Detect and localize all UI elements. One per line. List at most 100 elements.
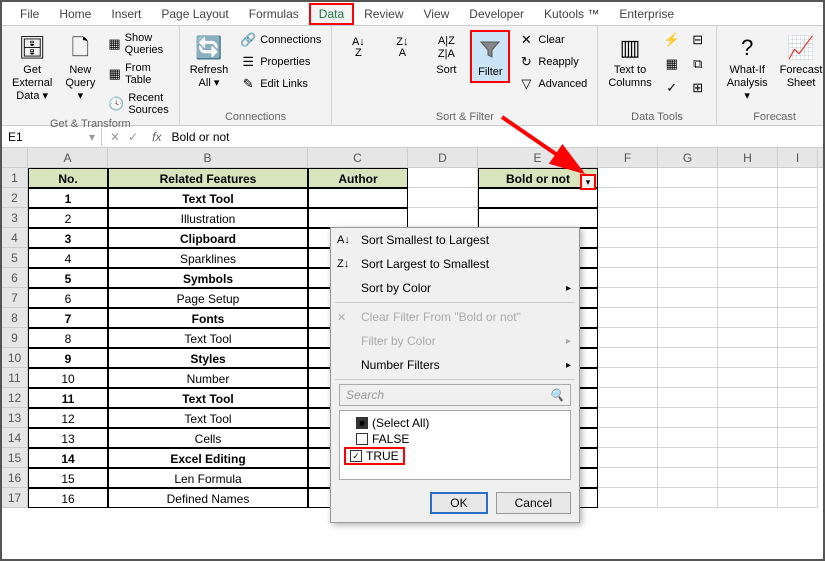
row-header[interactable]: 7 xyxy=(2,288,28,308)
row-header[interactable]: 17 xyxy=(2,488,28,508)
cell[interactable] xyxy=(598,448,658,468)
cell[interactable] xyxy=(658,488,718,508)
tab-enterprise[interactable]: Enterprise xyxy=(609,3,684,25)
cell[interactable] xyxy=(598,228,658,248)
fx-icon[interactable]: fx xyxy=(146,130,167,144)
cell[interactable]: 7 xyxy=(28,308,108,328)
cell[interactable] xyxy=(598,348,658,368)
cell[interactable] xyxy=(718,348,778,368)
number-filters-item[interactable]: Number Filters▸ xyxy=(331,353,579,377)
cell[interactable] xyxy=(658,408,718,428)
cell[interactable] xyxy=(718,248,778,268)
cell[interactable]: Defined Names xyxy=(108,488,308,508)
cell[interactable] xyxy=(718,428,778,448)
data-validation-button[interactable]: ✓ xyxy=(660,78,684,98)
header-no[interactable]: No. xyxy=(28,168,108,188)
cell[interactable] xyxy=(778,368,818,388)
tab-data[interactable]: Data xyxy=(309,3,354,25)
false-checkbox[interactable]: FALSE xyxy=(344,431,566,447)
tab-developer[interactable]: Developer xyxy=(459,3,534,25)
cell[interactable] xyxy=(778,328,818,348)
row-header[interactable]: 13 xyxy=(2,408,28,428)
row-header[interactable]: 5 xyxy=(2,248,28,268)
cell[interactable]: 3 xyxy=(28,228,108,248)
cell[interactable] xyxy=(658,468,718,488)
cell[interactable] xyxy=(658,188,718,208)
cell[interactable] xyxy=(778,348,818,368)
cell[interactable] xyxy=(718,208,778,228)
cell[interactable] xyxy=(658,328,718,348)
cell[interactable] xyxy=(658,428,718,448)
col-header-D[interactable]: D xyxy=(408,148,478,167)
cell[interactable] xyxy=(778,228,818,248)
cell[interactable] xyxy=(778,388,818,408)
consolidate-button[interactable]: ⊟ xyxy=(686,30,710,50)
select-all-corner[interactable] xyxy=(2,148,28,167)
row-header[interactable]: 12 xyxy=(2,388,28,408)
cell[interactable] xyxy=(658,368,718,388)
cell[interactable]: Cells xyxy=(108,428,308,448)
cell[interactable] xyxy=(778,408,818,428)
sort-az-button[interactable]: A↓Z xyxy=(338,30,378,66)
get-external-data-button[interactable]: 🗄Get External Data ▾ xyxy=(8,30,56,106)
data-model-button[interactable]: ⊞ xyxy=(686,78,710,98)
from-table-button[interactable]: ▦From Table xyxy=(104,60,172,88)
cell[interactable]: Text Tool xyxy=(108,188,308,208)
what-if-button[interactable]: ?What-If Analysis ▾ xyxy=(723,30,772,106)
select-all-checkbox[interactable]: ■(Select All) xyxy=(344,415,566,431)
cell[interactable] xyxy=(478,208,598,228)
cell[interactable] xyxy=(778,248,818,268)
advanced-button[interactable]: ▽Advanced xyxy=(514,74,591,94)
row-header[interactable]: 2 xyxy=(2,188,28,208)
cell[interactable] xyxy=(718,168,778,188)
cell[interactable] xyxy=(408,188,478,208)
row-header[interactable]: 4 xyxy=(2,228,28,248)
cell[interactable] xyxy=(778,468,818,488)
cell[interactable]: Text Tool xyxy=(108,388,308,408)
cell[interactable]: 16 xyxy=(28,488,108,508)
cell[interactable] xyxy=(778,168,818,188)
cell[interactable]: Len Formula xyxy=(108,468,308,488)
cell[interactable] xyxy=(718,228,778,248)
tab-page-layout[interactable]: Page Layout xyxy=(151,3,238,25)
header-features[interactable]: Related Features xyxy=(108,168,308,188)
cell[interactable]: Sparklines xyxy=(108,248,308,268)
row-header[interactable]: 6 xyxy=(2,268,28,288)
cell[interactable] xyxy=(658,448,718,468)
cell[interactable]: 14 xyxy=(28,448,108,468)
tab-insert[interactable]: Insert xyxy=(101,3,151,25)
row-header[interactable]: 16 xyxy=(2,468,28,488)
sort-button[interactable]: A|ZZ|ASort xyxy=(426,30,466,79)
cell[interactable] xyxy=(598,408,658,428)
filter-button[interactable]: Filter xyxy=(470,30,510,83)
new-query-button[interactable]: 🗋New Query ▾ xyxy=(60,30,100,106)
cell[interactable] xyxy=(778,428,818,448)
col-header-F[interactable]: F xyxy=(598,148,658,167)
cell[interactable] xyxy=(718,408,778,428)
clear-filter-button[interactable]: ✕Clear xyxy=(514,30,591,50)
remove-dup-button[interactable]: ▦ xyxy=(660,54,684,74)
cell[interactable] xyxy=(598,488,658,508)
cell[interactable] xyxy=(718,448,778,468)
cell[interactable]: 8 xyxy=(28,328,108,348)
row-header[interactable]: 9 xyxy=(2,328,28,348)
text-to-columns-button[interactable]: ▥Text to Columns xyxy=(604,30,655,92)
cell[interactable] xyxy=(478,188,598,208)
cell[interactable] xyxy=(598,208,658,228)
cell[interactable] xyxy=(598,468,658,488)
ok-button[interactable]: OK xyxy=(430,492,487,514)
cell[interactable]: Text Tool xyxy=(108,328,308,348)
cell[interactable]: Excel Editing xyxy=(108,448,308,468)
refresh-all-button[interactable]: 🔄Refresh All ▾ xyxy=(186,30,233,92)
enter-icon[interactable]: ✓ xyxy=(128,130,138,144)
search-input[interactable]: Search🔍 xyxy=(339,384,571,406)
recent-sources-button[interactable]: 🕓Recent Sources xyxy=(104,90,172,118)
cell[interactable]: 9 xyxy=(28,348,108,368)
cell[interactable]: 10 xyxy=(28,368,108,388)
cell[interactable] xyxy=(408,168,478,188)
cell[interactable] xyxy=(598,368,658,388)
cell[interactable]: 13 xyxy=(28,428,108,448)
tab-home[interactable]: Home xyxy=(49,3,101,25)
cell[interactable] xyxy=(778,188,818,208)
cell[interactable]: Number xyxy=(108,368,308,388)
